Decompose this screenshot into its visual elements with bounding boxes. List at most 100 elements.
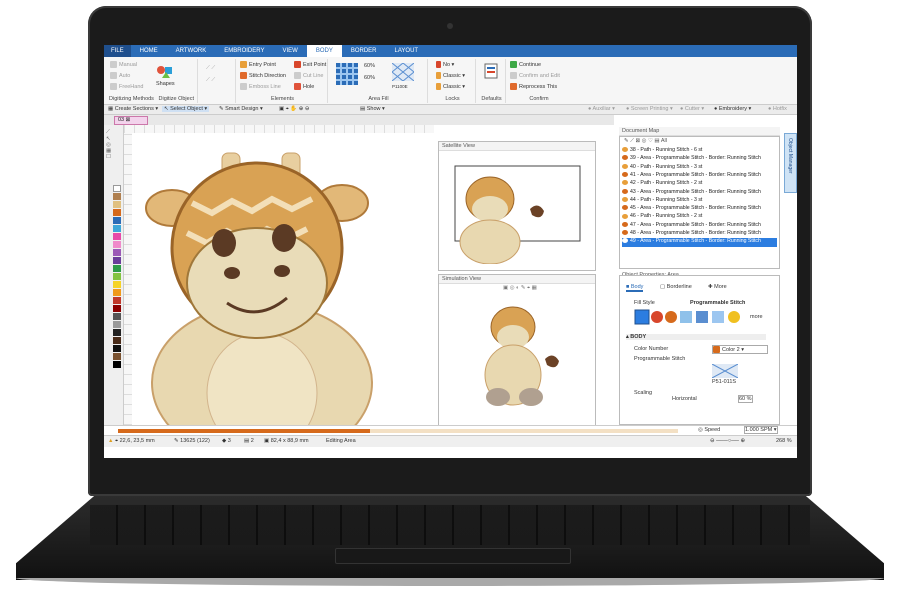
list-item[interactable]: 40 - Path - Running Stitch - 3 st bbox=[622, 164, 777, 172]
color-number-select[interactable]: Color 2 ▾ bbox=[712, 345, 768, 354]
mode-embroidery[interactable]: ● Embroidery ▾ bbox=[714, 106, 751, 112]
color-swatch[interactable] bbox=[113, 257, 121, 264]
smart-design-button[interactable]: ✎ Smart Design ▾ bbox=[219, 106, 263, 112]
fill-preview-2[interactable] bbox=[391, 62, 415, 83]
color-swatch[interactable] bbox=[113, 241, 121, 248]
manual-button[interactable]: Manual bbox=[110, 61, 137, 68]
color-swatch[interactable] bbox=[113, 289, 121, 296]
line-tool-icon[interactable]: ⟋ ⟋ bbox=[206, 65, 215, 72]
lock-no-select[interactable]: No ▾ bbox=[436, 61, 454, 68]
tab-borderline[interactable]: ▢ Borderline bbox=[660, 284, 692, 290]
simulation-tool-icons[interactable]: ▣ ◎ ◐ ✎ ⌖ ▦ bbox=[503, 285, 537, 292]
body-section-header[interactable]: ▴ BODY bbox=[626, 334, 766, 340]
select-object-button[interactable]: ↖ Select Object ▾ bbox=[162, 106, 210, 112]
programmable-stitch-preview[interactable] bbox=[711, 363, 739, 380]
mode-auxiliar[interactable]: ● Auxiliar ▾ bbox=[588, 106, 615, 112]
list-item-selected[interactable]: 49 - Area - Programmable Stitch - Border… bbox=[622, 238, 777, 247]
fill-style-icons bbox=[634, 309, 740, 325]
cut-line-button[interactable]: Cut Line bbox=[294, 72, 324, 79]
close-icon[interactable]: ⊠ bbox=[126, 117, 131, 123]
list-item[interactable]: 46 - Path - Running Stitch - 2 st bbox=[622, 213, 777, 221]
color-swatch[interactable] bbox=[113, 313, 121, 320]
document-map-filters[interactable]: ✎ ⟋ ⊠ ◎ ♡ ▤ All bbox=[624, 138, 667, 145]
auto-button[interactable]: Auto bbox=[110, 72, 130, 79]
zoom-slider[interactable]: ⊖ ───○── ⊕ bbox=[710, 438, 745, 444]
list-item[interactable]: 43 - Area - Programmable Stitch - Border… bbox=[622, 189, 777, 197]
progress-track[interactable] bbox=[118, 429, 678, 433]
color-swatch[interactable] bbox=[113, 185, 121, 192]
color-swatch[interactable] bbox=[113, 321, 121, 328]
entry-point-button[interactable]: Entry Point bbox=[240, 61, 276, 68]
lock-classic-select-1[interactable]: Classic ▾ bbox=[436, 72, 465, 79]
exit-point-button[interactable]: Exit Point bbox=[294, 61, 326, 68]
defaults-button[interactable] bbox=[484, 63, 498, 81]
color-swatch[interactable] bbox=[113, 361, 121, 368]
fill-preview-1[interactable] bbox=[336, 63, 358, 87]
tool-icons[interactable]: ▣ ⌖ ✋ ⊕ ⊖ bbox=[279, 106, 309, 113]
fill-style-gallery[interactable] bbox=[634, 309, 742, 327]
continue-button[interactable]: Continue bbox=[510, 61, 541, 68]
tab-file[interactable]: FILE bbox=[104, 45, 131, 57]
mode-cutter[interactable]: ● Cutter ▾ bbox=[680, 106, 704, 112]
tab-home[interactable]: HOME bbox=[131, 45, 167, 57]
color-swatch[interactable] bbox=[113, 225, 121, 232]
list-item[interactable]: 38 - Path - Running Stitch - 6 st bbox=[622, 147, 777, 155]
tab-view[interactable]: VIEW bbox=[273, 45, 306, 57]
confirm-edit-button[interactable]: Confirm and Edit bbox=[510, 72, 560, 79]
speed-select[interactable]: 1.000 SPM ▾ bbox=[744, 426, 778, 434]
fill-value-2[interactable]: 60% bbox=[364, 75, 375, 81]
tab-body[interactable]: BODY bbox=[306, 45, 342, 57]
shapes-button[interactable] bbox=[156, 65, 174, 81]
progress-fill bbox=[118, 429, 370, 433]
group-draw-tools: ⟋ ⟋ ⟋ ⟋ bbox=[200, 59, 236, 103]
create-sections-button[interactable]: ▦ Create Sections ▾ bbox=[108, 106, 158, 112]
tab-border[interactable]: BORDER bbox=[342, 45, 386, 57]
tool-icons-left[interactable]: ⟋ ↖ ◎ ▦ ☐ bbox=[106, 129, 111, 160]
elements-label: Elements bbox=[271, 96, 294, 102]
list-item[interactable]: 42 - Path - Running Stitch - 2 st bbox=[622, 180, 777, 188]
doc-tab[interactable]: 03 ⊠ bbox=[114, 116, 148, 125]
color-swatch[interactable] bbox=[113, 337, 121, 344]
more-fill-styles-button[interactable]: more bbox=[750, 314, 763, 320]
list-item[interactable]: 47 - Area - Programmable Stitch - Border… bbox=[622, 222, 777, 230]
list-item[interactable]: 44 - Path - Running Stitch - 3 st bbox=[622, 197, 777, 205]
tab-layout[interactable]: LAYOUT bbox=[386, 45, 428, 57]
show-button[interactable]: ▤ Show ▾ bbox=[360, 106, 385, 112]
mode-hotfix[interactable]: ● Hotfix bbox=[768, 106, 787, 112]
curve-tool-icon[interactable]: ⟋ ⟋ bbox=[206, 77, 215, 84]
color-swatch[interactable] bbox=[113, 345, 121, 352]
tab-more[interactable]: ✚ More bbox=[708, 284, 727, 290]
hole-button[interactable]: Hole bbox=[294, 83, 314, 90]
color-swatch[interactable] bbox=[113, 329, 121, 336]
color-swatch[interactable] bbox=[113, 249, 121, 256]
reprocess-button[interactable]: Reprocess This bbox=[510, 83, 557, 90]
tab-embroidery[interactable]: EMBROIDERY bbox=[215, 45, 273, 57]
color-swatch[interactable] bbox=[113, 193, 121, 200]
color-swatch[interactable] bbox=[113, 209, 121, 216]
freehand-button[interactable]: FreeHand bbox=[110, 83, 143, 90]
list-item[interactable]: 48 - Area - Programmable Stitch - Border… bbox=[622, 230, 777, 238]
color-swatch[interactable] bbox=[113, 233, 121, 240]
lock-classic-select-2[interactable]: Classic ▾ bbox=[436, 83, 465, 90]
tab-artwork[interactable]: ARTWORK bbox=[167, 45, 216, 57]
color-swatch[interactable] bbox=[113, 265, 121, 272]
color-swatch[interactable] bbox=[113, 281, 121, 288]
color-swatch[interactable] bbox=[113, 201, 121, 208]
fill-value-1[interactable]: 60% bbox=[364, 63, 375, 69]
stitch-direction-button[interactable]: Stitch Direction bbox=[240, 72, 286, 79]
color-swatch[interactable] bbox=[113, 353, 121, 360]
list-item[interactable]: 39 - Area - Programmable Stitch - Border… bbox=[622, 155, 777, 163]
simulation-view-panel: Simulation View ▣ ◎ ◐ ✎ ⌖ ▦ bbox=[438, 274, 596, 426]
emboss-line-button[interactable]: Emboss Line bbox=[240, 83, 281, 90]
object-manager-tab[interactable]: Object Manager bbox=[784, 133, 797, 193]
color-swatch[interactable] bbox=[113, 305, 121, 312]
color-swatch[interactable] bbox=[113, 273, 121, 280]
scaling-input[interactable]: 60 % bbox=[738, 395, 753, 403]
color-swatch[interactable] bbox=[113, 297, 121, 304]
shapes-icon bbox=[157, 66, 172, 78]
color-swatch[interactable] bbox=[113, 217, 121, 224]
list-item[interactable]: 45 - Area - Programmable Stitch - Border… bbox=[622, 205, 777, 213]
mode-screen-printing[interactable]: ● Screen Printing ▾ bbox=[626, 106, 673, 112]
list-item[interactable]: 41 - Area - Programmable Stitch - Border… bbox=[622, 172, 777, 180]
tab-body-props[interactable]: ■ Body bbox=[626, 284, 644, 292]
